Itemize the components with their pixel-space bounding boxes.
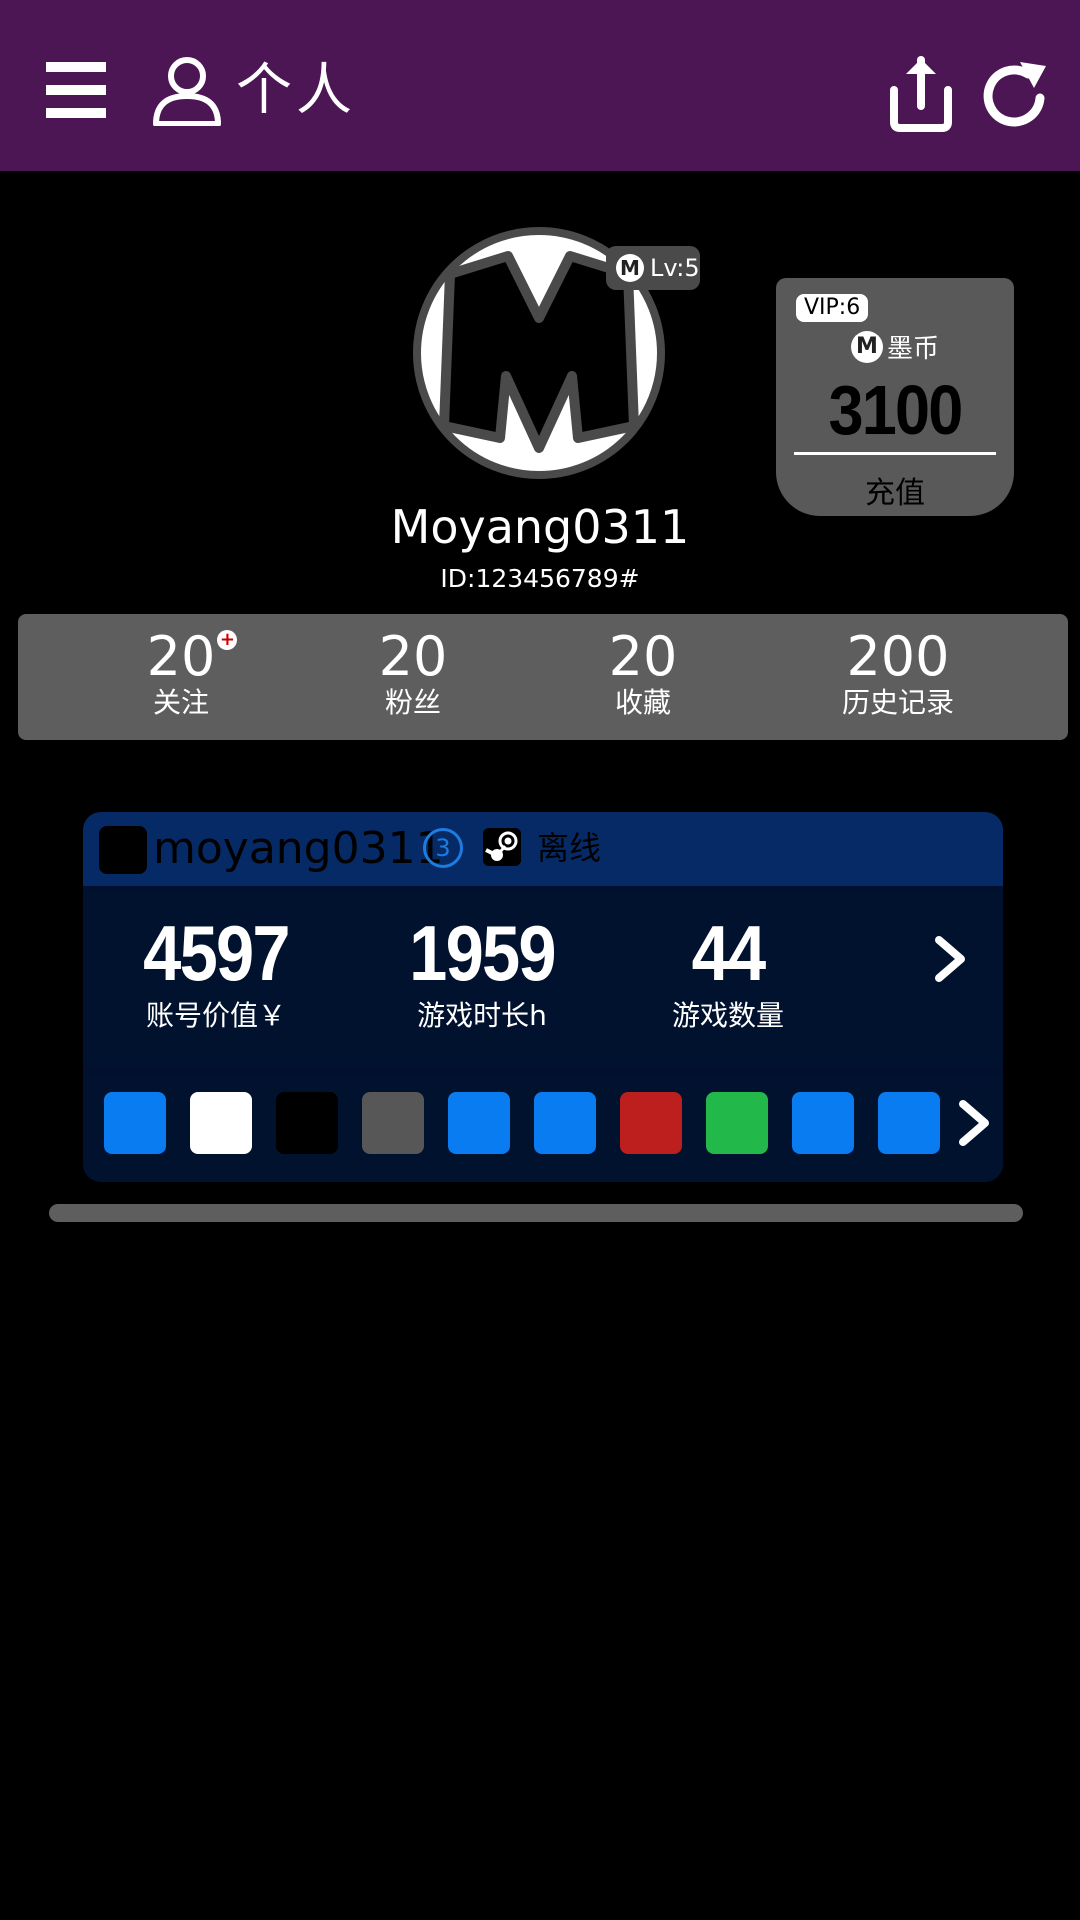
recharge-button[interactable]: 充值 [776,468,1014,512]
game-username: moyang0311 [153,823,444,874]
account-value-label: 账号价值￥ [145,999,286,1032]
friend-count-badge: 3 [423,828,463,868]
level-text: Lv:5 [650,254,700,282]
chevron-right-icon[interactable] [955,1098,995,1148]
game-tile[interactable] [448,1092,510,1154]
level-badge: M Lv:5 [606,246,700,290]
history-label: 历史记录 [841,686,954,719]
playtime-stat: 1959 游戏时长h [389,910,575,1036]
top-bar: 个人 [0,0,1080,171]
coin-icon: M [850,330,883,363]
favorites-label: 收藏 [614,686,671,719]
game-tile[interactable] [190,1092,252,1154]
following-count: 20 [146,625,216,688]
chevron-right-icon[interactable] [931,934,971,984]
game-stats-row[interactable]: 4597 账号价值￥ 1959 游戏时长h 44 游戏数量 [83,890,1003,1066]
steam-icon [483,828,521,866]
stat-favorites[interactable]: 20 收藏 [570,628,716,720]
vip-card[interactable]: VIP:6 M 墨币 3100 充值 [776,278,1014,516]
horizontal-scrollbar[interactable] [49,1204,1023,1222]
stat-followers[interactable]: 20 粉丝 [340,628,486,720]
user-id: ID:123456789# [440,564,640,593]
account-value-stat: 4597 账号价值￥ [123,910,309,1036]
followers-label: 粉丝 [384,686,441,719]
game-tile[interactable] [534,1092,596,1154]
share-icon[interactable] [886,56,956,132]
user-icon [153,57,221,126]
game-tile[interactable] [276,1092,338,1154]
game-tile[interactable] [362,1092,424,1154]
coin-label-row: M 墨币 [776,328,1014,365]
game-count-label: 游戏数量 [671,999,784,1032]
online-status: 离线 [537,829,602,867]
game-icon-strip [83,1074,1003,1182]
coin-balance: 3100 [828,371,964,449]
playtime-label: 游戏时长h [417,999,547,1032]
menu-icon[interactable] [46,62,106,118]
stat-following[interactable]: 20 + 关注 [108,628,254,720]
history-count: 200 [846,625,950,688]
game-account-card[interactable]: moyang0311 3 离线 4597 账号价值￥ 1959 游戏时长h 44… [83,812,1003,1182]
page-title: 个人 [236,58,356,123]
m-logo-icon: M [616,254,644,282]
account-value: 4597 [143,909,290,997]
followers-count: 20 [378,625,448,688]
vip-badge: VIP:6 [796,294,869,322]
refresh-icon[interactable] [982,58,1050,130]
add-badge-icon[interactable]: + [217,630,238,650]
stats-bar: 20 + 关注 20 粉丝 20 收藏 200 历史记录 [18,614,1068,740]
playtime-value: 1959 [409,909,556,997]
game-tile[interactable] [620,1092,682,1154]
game-tile[interactable] [792,1092,854,1154]
game-count-stat: 44 游戏数量 [643,910,813,1036]
game-account-header: moyang0311 3 离线 [83,812,1003,886]
following-label: 关注 [152,686,209,719]
coin-label: 墨币 [886,334,939,364]
game-avatar [99,826,147,874]
divider [794,452,996,455]
game-tile[interactable] [104,1092,166,1154]
favorites-count: 20 [608,625,678,688]
game-tile[interactable] [878,1092,940,1154]
game-tile[interactable] [706,1092,768,1154]
stat-history[interactable]: 200 历史记录 [808,628,988,720]
game-count-value: 44 [691,909,767,997]
